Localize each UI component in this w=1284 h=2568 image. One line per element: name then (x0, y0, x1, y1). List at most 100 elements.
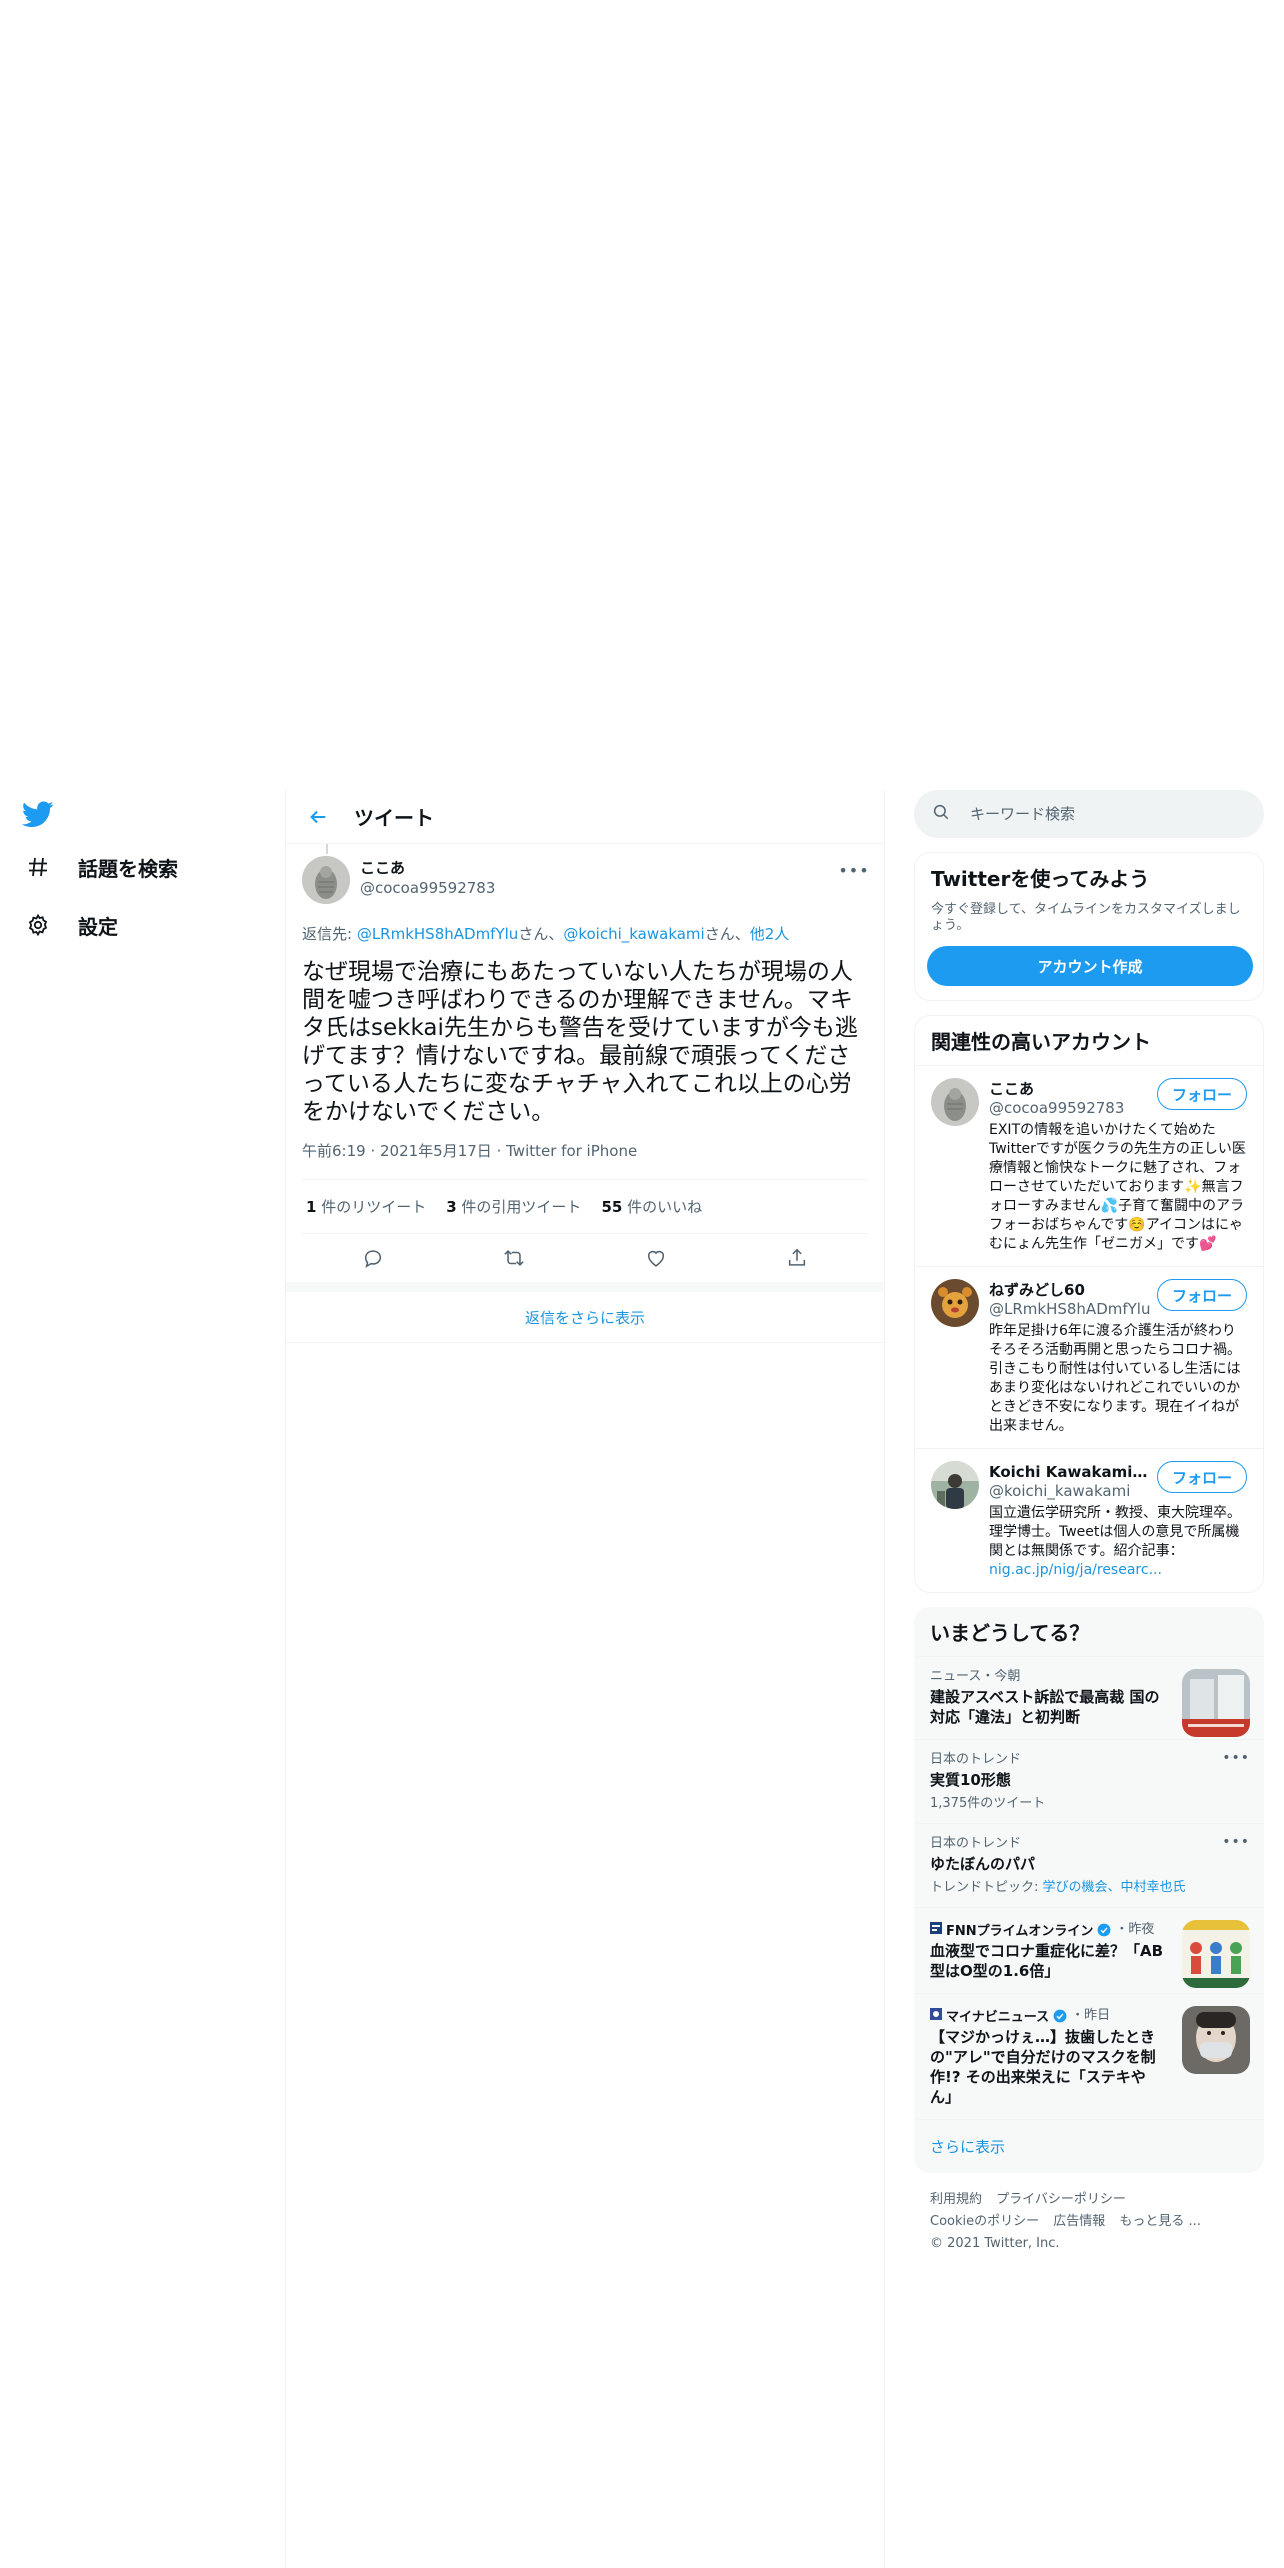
likes-count: 55 (601, 1198, 623, 1216)
search-icon (932, 803, 950, 825)
footer-link-cookies[interactable]: Cookieのポリシー (930, 2214, 1039, 2229)
quotes-count: 3 (446, 1198, 457, 1216)
follow-button[interactable]: フォロー (1156, 1078, 1247, 1110)
follow-button[interactable]: フォロー (1156, 1279, 1247, 1311)
more-options-icon[interactable]: ••• (1222, 1834, 1250, 1850)
account-info: ここあ @cocoa99592783 フォロー EXITの情報を追いかけたくて始… (989, 1078, 1247, 1254)
nav-explore[interactable]: 話題を検索 (20, 838, 260, 896)
reply-prefix: 返信先: (302, 925, 357, 943)
reply-others-link[interactable]: 他2人 (750, 925, 790, 943)
footer-link-ads[interactable]: 広告情報 (1053, 2214, 1105, 2229)
trend-item[interactable]: ニュース・今朝 建設アスベスト訴訟で最高裁 国の対応「違法」と初判断 (914, 1656, 1264, 1739)
account-name[interactable]: Koichi Kawakami, 川... (989, 1461, 1151, 1482)
trend-title: ゆたぼんのパパ (930, 1855, 1036, 1873)
trend-context: ニュース・今朝 (930, 1669, 1021, 1684)
account-name[interactable]: ねずみどし60 (989, 1279, 1151, 1300)
main-column: ツイート ここあ @cocoa99592783 ••• 返信先: @LRmkHS… (285, 790, 885, 2568)
account-info: ねずみどし60 @LRmkHS8hADmfYlu フォロー 昨年足掛け6年に渡る… (989, 1279, 1247, 1436)
quotes-stat[interactable]: 3 件の引用ツイート (446, 1196, 581, 1217)
trend-item[interactable]: FNNプライムオンライン ・昨夜 血液型でコロナ重症化に差？「AB型はO型の1.… (914, 1907, 1264, 1993)
page-title: ツイート (354, 806, 434, 830)
right-sidebar: Twitterを使ってみよう 今すぐ登録して、タイムラインをカスタマイズしましょ… (914, 790, 1264, 2271)
trend-tweet-count: 1,375件のツイート (930, 1796, 1046, 1811)
verified-badge-icon (1053, 2009, 1067, 2023)
account-bio-link[interactable]: nig.ac.jp/nig/ja/researc... (989, 1562, 1162, 1578)
tweet-author-row: ここあ @cocoa99592783 ••• (302, 856, 869, 904)
retweet-icon[interactable] (494, 1238, 534, 1278)
twitter-logo-icon[interactable] (14, 790, 62, 838)
share-icon[interactable] (777, 1238, 817, 1278)
related-account[interactable]: ねずみどし60 @LRmkHS8hADmfYlu フォロー 昨年足掛け6年に渡る… (915, 1266, 1263, 1448)
trend-topics: トレンドトピック: 学びの機会、中村幸也氏 (930, 1876, 1248, 1895)
related-account[interactable]: ここあ @cocoa99592783 フォロー EXITの情報を追いかけたくて始… (915, 1065, 1263, 1266)
account-handle[interactable]: @koichi_kawakami (989, 1482, 1151, 1500)
search-input[interactable] (970, 805, 1230, 823)
signup-title: Twitterを使ってみよう (931, 867, 1150, 891)
back-button[interactable] (300, 799, 336, 835)
trend-topics-links[interactable]: 学びの機会、中村幸也氏 (1043, 1880, 1186, 1895)
hashtag-icon (20, 849, 56, 885)
follow-button[interactable]: フォロー (1156, 1461, 1247, 1493)
avatar[interactable] (931, 1461, 979, 1509)
reply-user-link[interactable]: @koichi_kawakami (563, 925, 704, 943)
retweets-label: 件のリツイート (316, 1198, 427, 1216)
footer-link-more[interactable]: もっと見る ... (1119, 2214, 1201, 2229)
news-source: マイナビニュース ・昨日 (930, 2006, 1166, 2025)
author-display-name[interactable]: ここあ (360, 858, 840, 878)
footer-copyright: © 2021 Twitter, Inc. (930, 2236, 1060, 2251)
left-nav: 話題を検索 設定 (20, 790, 260, 954)
tweet-time[interactable]: 午前6:19 (302, 1142, 366, 1160)
tweet-source[interactable]: Twitter for iPhone (506, 1142, 637, 1160)
show-more-replies-link[interactable]: 返信をさらに表示 (286, 1282, 884, 1343)
trend-item[interactable]: 日本のトレンド ゆたぼんのパパ トレンドトピック: 学びの機会、中村幸也氏 ••… (914, 1823, 1264, 1907)
account-handle[interactable]: @LRmkHS8hADmfYlu (989, 1300, 1151, 1318)
tweet-stats: 1 件のリツイート 3 件の引用ツイート 55 件のいいね (302, 1180, 868, 1234)
tweet-date[interactable]: 2021年5月17日 (380, 1142, 492, 1160)
news-source-name: マイナビニュース (946, 2010, 1050, 2025)
footer-link-terms[interactable]: 利用規約 (930, 2192, 982, 2207)
account-top-row: ねずみどし60 @LRmkHS8hADmfYlu フォロー (989, 1279, 1247, 1318)
account-info: Koichi Kawakami, 川... @koichi_kawakami フ… (989, 1461, 1247, 1580)
create-account-button[interactable]: アカウント作成 (927, 946, 1253, 986)
thread-line (326, 844, 328, 854)
footer-link-privacy[interactable]: プライバシーポリシー (996, 2192, 1126, 2207)
like-icon[interactable] (636, 1238, 676, 1278)
account-name[interactable]: ここあ (989, 1078, 1151, 1099)
more-options-icon[interactable]: ••• (838, 856, 868, 884)
nav-settings[interactable]: 設定 (20, 896, 260, 954)
nav-settings-label: 設定 (78, 914, 118, 939)
search-bar[interactable] (914, 790, 1264, 838)
signup-card: Twitterを使ってみよう 今すぐ登録して、タイムラインをカスタマイズしましょ… (914, 852, 1264, 1001)
more-options-icon[interactable]: ••• (1222, 1750, 1250, 1766)
news-source-icon (930, 1921, 942, 1938)
avatar[interactable] (302, 856, 350, 904)
account-handle[interactable]: @cocoa99592783 (989, 1099, 1151, 1117)
reply-user-link[interactable]: @LRmkHS8hADmfYlu (357, 925, 518, 943)
trend-thumbnail (1182, 1669, 1250, 1737)
footer: 利用規約 プライバシーポリシー Cookieのポリシー 広告情報 もっと見る .… (914, 2173, 1264, 2271)
tweet-detail: ここあ @cocoa99592783 ••• 返信先: @LRmkHS8hADm… (286, 844, 884, 1282)
related-accounts-card: 関連性の高いアカウント ここあ @cocoa99592783 フォロー EXIT… (914, 1015, 1264, 1593)
account-names: ここあ @cocoa99592783 (989, 1078, 1151, 1117)
account-top-row: Koichi Kawakami, 川... @koichi_kawakami フ… (989, 1461, 1247, 1500)
news-source: FNNプライムオンライン ・昨夜 (930, 1920, 1166, 1939)
reply-icon[interactable] (353, 1238, 393, 1278)
retweets-count: 1 (306, 1198, 317, 1216)
trend-text: ニュース・今朝 建設アスベスト訴訟で最高裁 国の対応「違法」と初判断 (930, 1669, 1166, 1727)
trend-context: 日本のトレンド (930, 1752, 1022, 1767)
nav-explore-label: 話題を検索 (78, 856, 178, 881)
trend-item[interactable]: 日本のトレンド 実質10形態 1,375件のツイート ••• (914, 1739, 1264, 1823)
avatar[interactable] (931, 1279, 979, 1327)
avatar[interactable] (931, 1078, 979, 1126)
show-more-trends-link[interactable]: さらに表示 (914, 2119, 1264, 2173)
trend-item[interactable]: マイナビニュース ・昨日 【マジかっけぇ…】抜歯したときの"アレ"で自分だけのマ… (914, 1993, 1264, 2119)
related-account[interactable]: Koichi Kawakami, 川... @koichi_kawakami フ… (915, 1448, 1263, 1592)
account-bio-text: 国立遺伝学研究所・教授、東大院理卒。理学博士。Tweetは個人の意見で所属機関と… (989, 1505, 1241, 1559)
likes-stat[interactable]: 55 件のいいね (601, 1196, 702, 1217)
retweets-stat[interactable]: 1 件のリツイート (306, 1196, 426, 1217)
trends-title: いまどうしてる？ (930, 1621, 1090, 1645)
reply-san: さん、 (518, 925, 564, 943)
author-handle[interactable]: @cocoa99592783 (360, 878, 840, 898)
trend-title: 【マジかっけぇ…】抜歯したときの"アレ"で自分だけのマスクを制作!? その出来栄… (930, 2028, 1156, 2106)
signup-subtitle: 今すぐ登録して、タイムラインをカスタマイズしましょう。 (931, 902, 1241, 933)
